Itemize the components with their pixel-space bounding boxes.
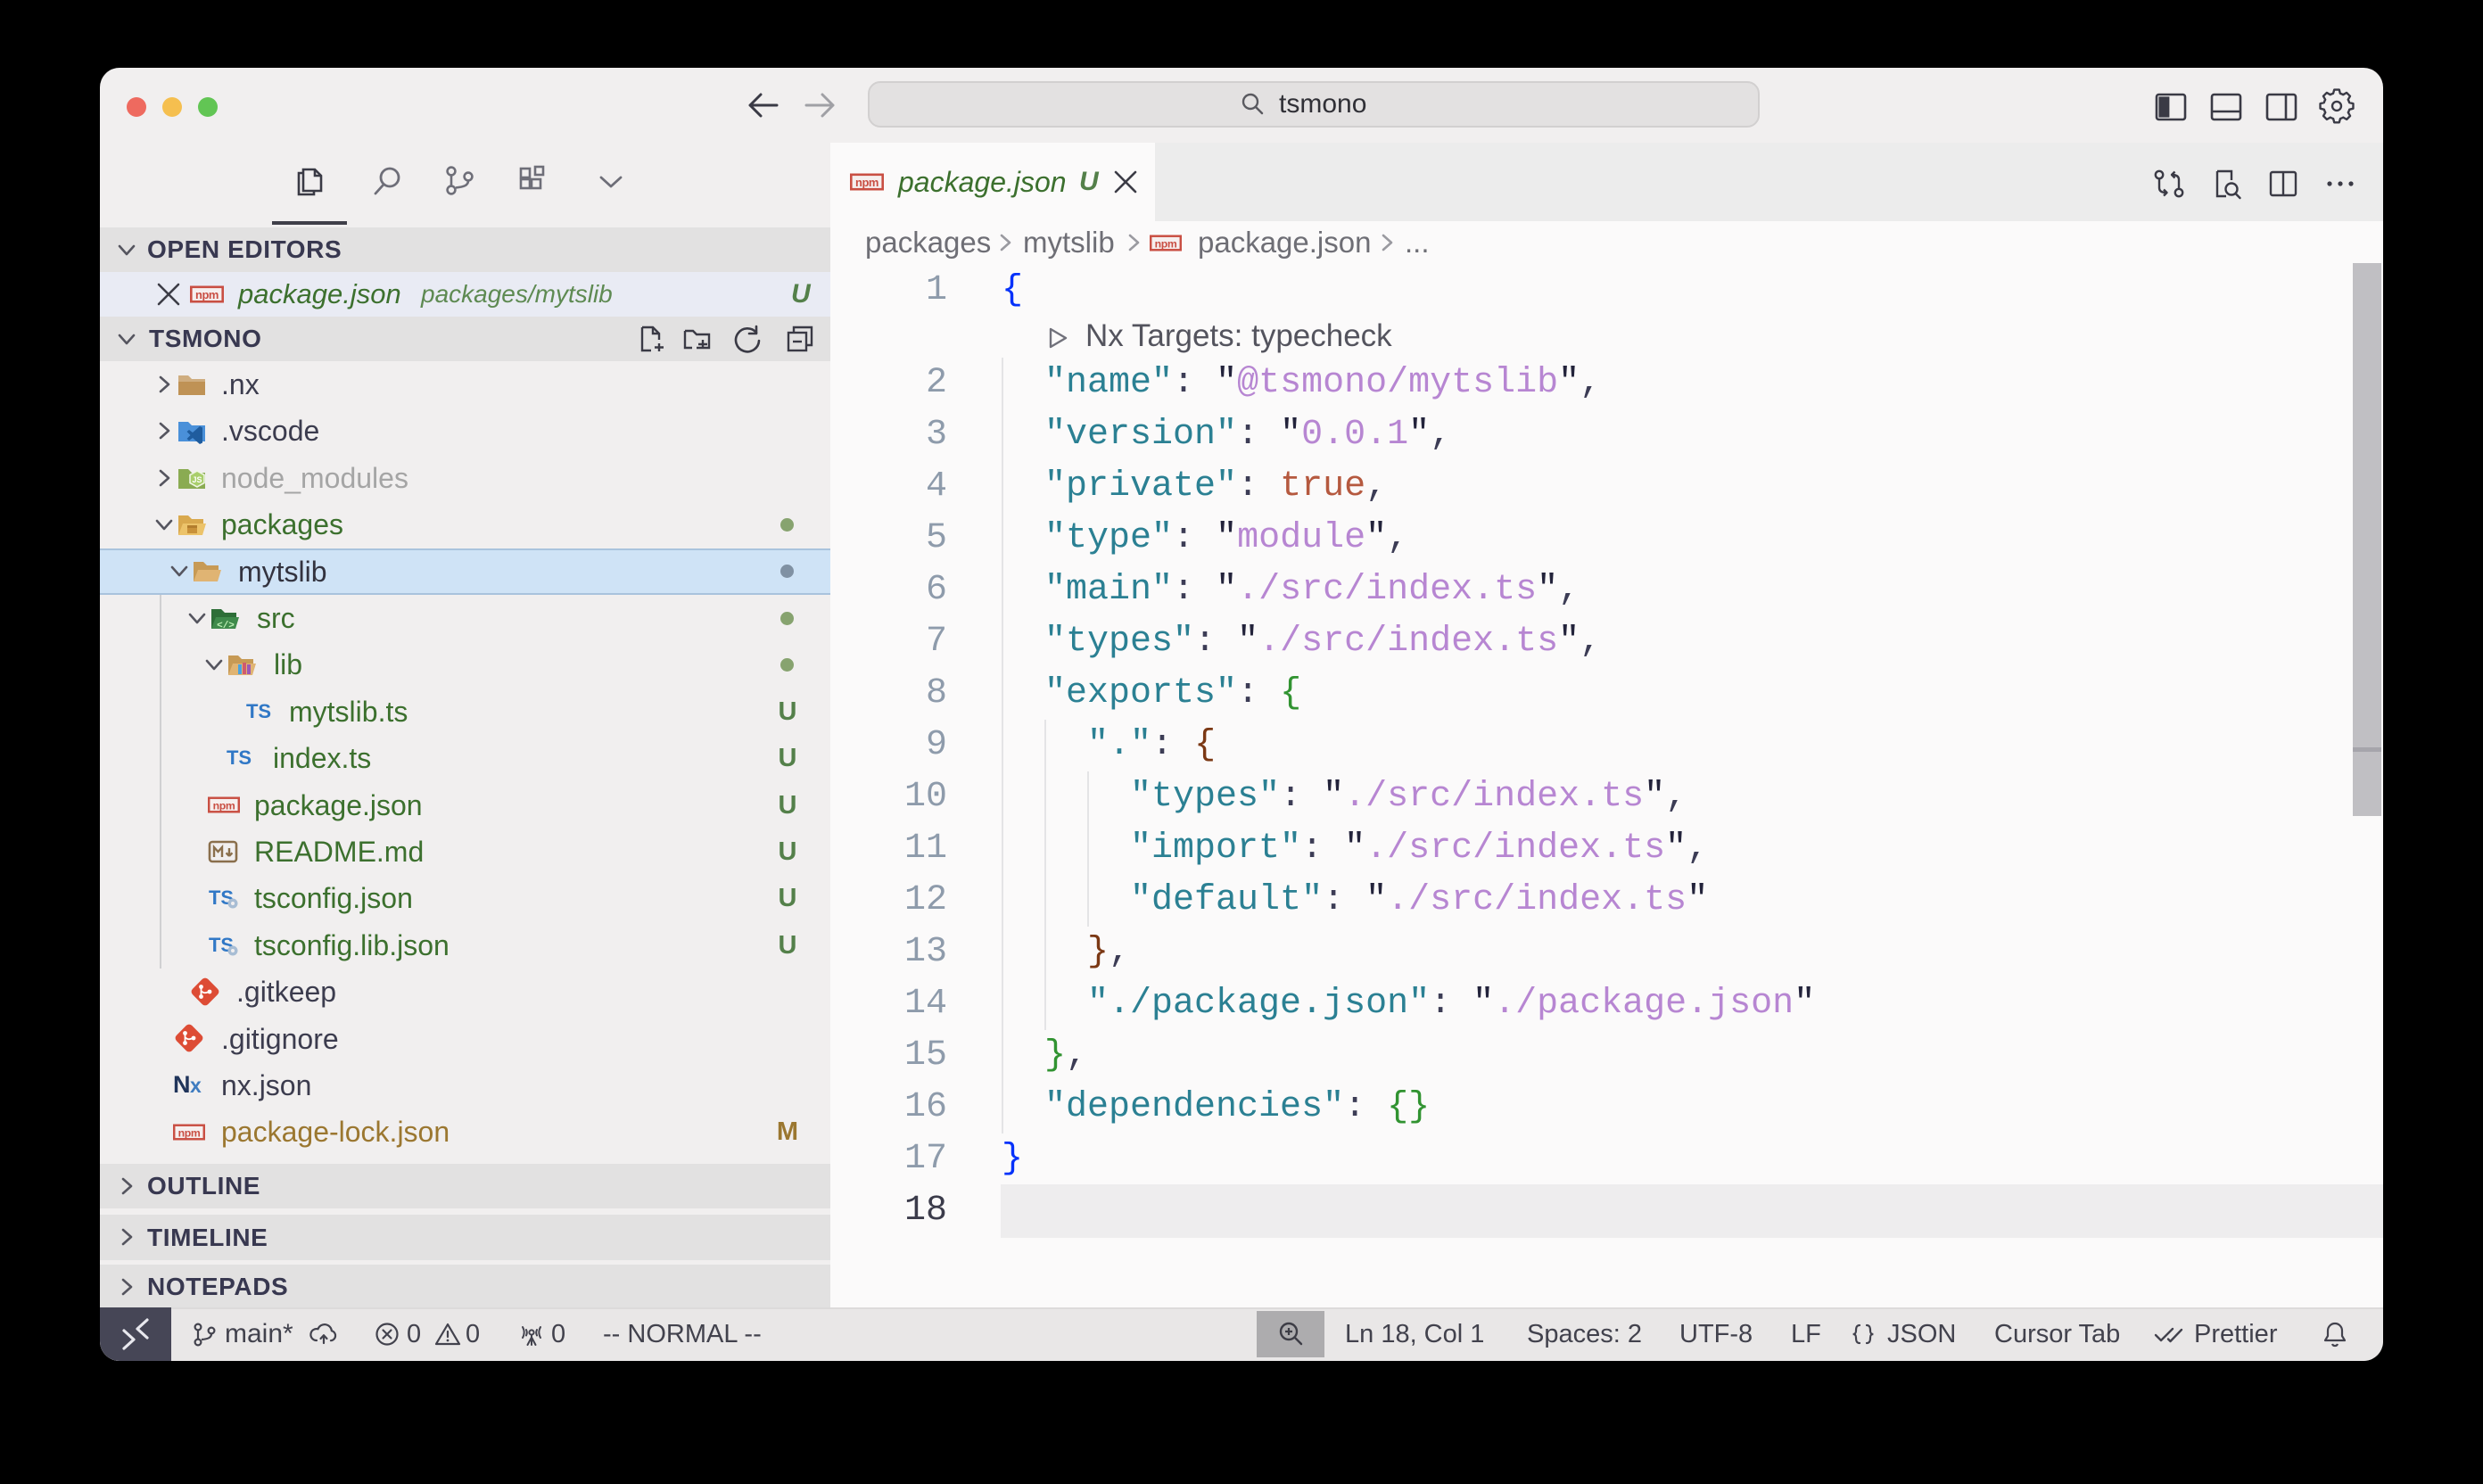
svg-text:</>: </> <box>217 621 235 631</box>
svg-text:npm: npm <box>855 176 879 189</box>
svg-text:npm: npm <box>178 1126 201 1139</box>
svg-text:npm: npm <box>1155 237 1177 250</box>
svg-text:TS: TS <box>227 746 252 769</box>
svg-text:TS: TS <box>246 700 271 722</box>
svg-text:JS: JS <box>192 475 202 484</box>
svg-text:npm: npm <box>213 799 235 812</box>
svg-text:x: x <box>190 1074 202 1097</box>
svg-text:N: N <box>173 1071 191 1098</box>
svg-text:npm: npm <box>195 288 219 301</box>
